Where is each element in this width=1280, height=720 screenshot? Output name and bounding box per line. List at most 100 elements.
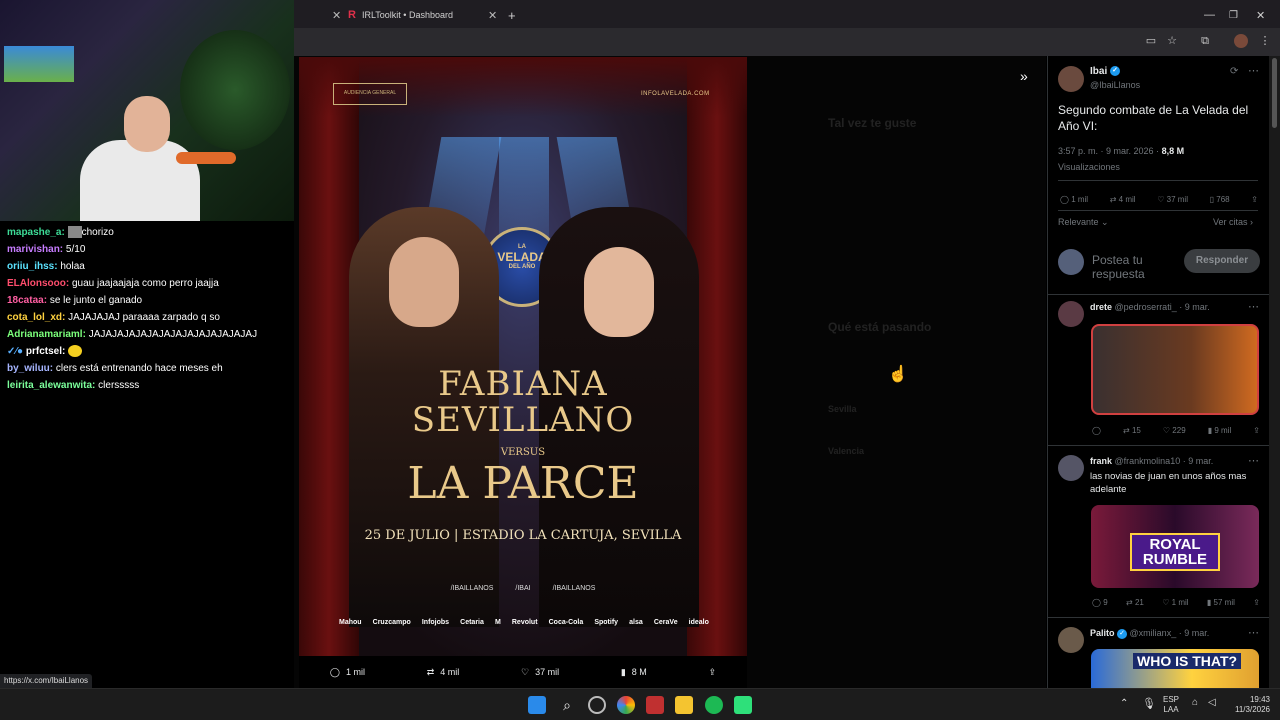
view-count: 8 M: [631, 667, 647, 677]
close-tab-icon[interactable]: ✕: [324, 4, 341, 26]
avatar[interactable]: [1058, 301, 1084, 327]
close-window-icon[interactable]: ✕: [1256, 4, 1265, 26]
volume-icon[interactable]: ◁: [1208, 697, 1216, 708]
menu-icon[interactable]: ⋮: [1258, 34, 1272, 48]
badge-icons: ✓⁄●: [7, 346, 24, 357]
clock-time: 19:43: [1249, 695, 1270, 704]
microphone-icon[interactable]: 🎙: [1142, 697, 1156, 710]
like-button[interactable]: ♡ 37 mil: [1157, 195, 1188, 204]
sort-dropdown[interactable]: Relevante ⌄: [1058, 217, 1109, 228]
app-icon[interactable]: [646, 696, 664, 714]
maximize-icon[interactable]: ❐: [1229, 4, 1238, 26]
reply-input[interactable]: Postea tu respuesta: [1092, 253, 1182, 281]
reply-button[interactable]: ◯ 1 mil: [1060, 195, 1088, 204]
view-count: 57 mil: [1213, 598, 1235, 607]
like-button[interactable]: ♡ 229: [1163, 426, 1186, 435]
tab-irltoolkit[interactable]: R IRLToolkit • Dashboard ✕: [348, 4, 498, 26]
file-explorer-icon[interactable]: [675, 696, 693, 714]
repost-button[interactable]: ⇄ 4 mil: [1110, 195, 1136, 204]
reply-author[interactable]: drete: [1090, 302, 1112, 312]
repost-button[interactable]: ⇄ 15: [1123, 426, 1141, 435]
chat-message: 18cataa: se le junto el ganado: [7, 292, 287, 309]
reply-button[interactable]: ◯ 1 mil: [330, 667, 365, 678]
network-icon[interactable]: ⌂: [1192, 697, 1198, 708]
kick-icon[interactable]: [734, 696, 752, 714]
reply-image[interactable]: ROYAL RUMBLE: [1091, 505, 1259, 588]
divider: [1058, 180, 1258, 181]
app-icon[interactable]: [588, 696, 606, 714]
bookmark-button[interactable]: ▯ 768: [1210, 195, 1230, 204]
search-icon[interactable]: ⌕: [558, 696, 576, 714]
tweet-meta: 3:57 p. m. · 9 mar. 2026 · 8,8 M: [1058, 146, 1184, 156]
share-button[interactable]: ⇪: [709, 667, 717, 678]
reply-text: las novias de juan en unos años mas adel…: [1090, 471, 1247, 495]
tweet-time: 3:57 p. m. · 9 mar. 2026 ·: [1058, 146, 1160, 156]
reply-author[interactable]: Palito: [1090, 628, 1115, 638]
views-button[interactable]: ▮ 8 M: [621, 667, 647, 678]
like-button[interactable]: ♡ 1 mil: [1162, 598, 1188, 607]
start-icon[interactable]: [528, 696, 546, 714]
chat-text: clersssss: [98, 380, 140, 391]
cast-icon[interactable]: ▭: [1144, 34, 1158, 48]
clock[interactable]: 19:43 11/3/2026: [1228, 695, 1270, 715]
fighter1-last-name: SEVILLANO: [411, 400, 635, 440]
more-options-icon[interactable]: ⋯: [1248, 64, 1259, 77]
more-options-icon[interactable]: ⋯: [1248, 454, 1259, 467]
verified-icon: ✓: [1110, 66, 1121, 77]
share-icon[interactable]: ⇪: [1253, 426, 1260, 435]
language-indicator[interactable]: ESP LAA: [1163, 695, 1179, 715]
share-icon: ⇪: [708, 666, 717, 677]
reply-image[interactable]: WHO IS THAT?: [1091, 649, 1259, 688]
repost-button[interactable]: ⇄ 4 mil: [427, 667, 460, 678]
share-icon[interactable]: ⇪: [1251, 195, 1258, 204]
sponsor-logo: alsa: [629, 619, 643, 626]
poster-titles: FABIANA SEVILLANO VERSUS LA PARCE 25 DE …: [299, 367, 747, 543]
views-button[interactable]: ▮ 57 mil: [1207, 598, 1235, 607]
like-count: 37 mil: [535, 667, 560, 677]
repost-button[interactable]: ⇄ 21: [1126, 598, 1144, 607]
chrome-icon[interactable]: [617, 696, 635, 714]
minimize-icon[interactable]: —: [1204, 4, 1215, 26]
reply-button[interactable]: ◯: [1092, 426, 1101, 435]
avatar[interactable]: [1058, 455, 1084, 481]
close-tab-icon[interactable]: ✕: [488, 9, 497, 22]
reply-author[interactable]: frank: [1090, 456, 1112, 466]
more-options-icon[interactable]: ⋯: [1248, 626, 1259, 639]
scrollbar[interactable]: [1269, 56, 1280, 688]
mouse-cursor-icon: ☝: [888, 366, 908, 383]
sort-label: Relevante: [1058, 217, 1099, 227]
chat-message: oriiu_ihss: holaa: [7, 258, 287, 275]
layout-label: LAA: [1163, 705, 1179, 714]
quotes-label: Ver citas: [1213, 217, 1248, 227]
like-button[interactable]: ♡ 37 mil: [521, 667, 559, 678]
author-handle[interactable]: @IbaiLlanos: [1090, 80, 1140, 90]
grok-icon[interactable]: ⟳: [1230, 66, 1238, 77]
author-name-row[interactable]: Ibai ✓: [1090, 66, 1121, 77]
view-count: 9 mil: [1214, 426, 1232, 435]
chat-message: leirita_alewanwita: clersssss: [7, 377, 287, 394]
extensions-icon[interactable]: ⧉: [1198, 34, 1212, 48]
avatar[interactable]: [1058, 627, 1084, 653]
profile-avatar[interactable]: [1234, 34, 1248, 48]
share-icon[interactable]: ⇪: [1253, 598, 1260, 607]
chevron-up-icon[interactable]: ⌃: [1120, 698, 1128, 709]
more-options-icon[interactable]: ⋯: [1248, 300, 1259, 313]
background-plant: [180, 30, 290, 150]
chat-message: Adrianamariaml: JAJAJAJAJAJAJAJAJAJAJAJA…: [7, 326, 287, 343]
avatar[interactable]: [1058, 66, 1084, 92]
reply-handle: @pedroserrati_ · 9 mar.: [1114, 302, 1210, 312]
media-action-bar: ◯ 1 mil ⇄ 4 mil ♡ 37 mil ▮ 8 M ⇪: [299, 656, 747, 688]
reply-actions: ◯ 9 ⇄ 21 ♡ 1 mil ▮ 57 mil ⇪: [1092, 598, 1260, 607]
browser-tab-bar: ✕ R IRLToolkit • Dashboard ✕ + — ❐ ✕: [294, 0, 1280, 28]
reply-button-submit[interactable]: Responder: [1184, 249, 1260, 273]
reply-video-thumbnail[interactable]: [1091, 324, 1259, 415]
views-button[interactable]: ▮ 9 mil: [1208, 426, 1232, 435]
scrollbar-thumb[interactable]: [1272, 58, 1277, 128]
browser-toolbar: ▭ ☆ ⧉ ⋮: [294, 28, 1280, 56]
new-tab-button[interactable]: +: [508, 4, 516, 26]
collapse-panel-icon[interactable]: »: [1020, 68, 1028, 84]
view-quotes-link[interactable]: Ver citas ›: [1213, 217, 1253, 227]
reply-button[interactable]: ◯ 9: [1092, 598, 1108, 607]
bookmark-star-icon[interactable]: ☆: [1165, 34, 1179, 48]
spotify-icon[interactable]: [705, 696, 723, 714]
